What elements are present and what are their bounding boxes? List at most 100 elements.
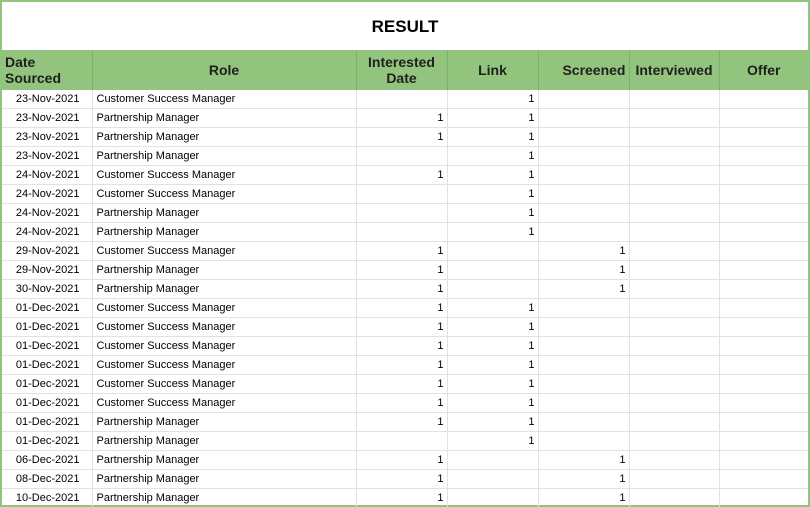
- interested-date-cell[interactable]: 1: [356, 279, 448, 299]
- link-cell[interactable]: 1: [447, 127, 539, 147]
- link-cell[interactable]: 1: [447, 108, 539, 128]
- header-date-sourced[interactable]: Date Sourced: [2, 50, 93, 90]
- link-cell[interactable]: 1: [447, 146, 539, 166]
- screened-cell[interactable]: 1: [538, 279, 630, 299]
- link-cell[interactable]: 1: [447, 184, 539, 204]
- interested-date-cell[interactable]: 1: [356, 412, 448, 432]
- link-cell[interactable]: 1: [447, 355, 539, 375]
- link-cell[interactable]: 1: [447, 412, 539, 432]
- interested-date-cell[interactable]: 1: [356, 450, 448, 470]
- screened-cell[interactable]: [538, 298, 630, 318]
- offer-cell[interactable]: [719, 184, 808, 204]
- role-cell[interactable]: Customer Success Manager: [92, 165, 357, 185]
- role-cell[interactable]: Customer Success Manager: [92, 336, 357, 356]
- offer-cell[interactable]: [719, 431, 808, 451]
- screened-cell[interactable]: [538, 184, 630, 204]
- link-cell[interactable]: 1: [447, 431, 539, 451]
- interested-date-cell[interactable]: 1: [356, 317, 448, 337]
- interviewed-cell[interactable]: [629, 90, 720, 109]
- date-cell[interactable]: 24-Nov-2021: [2, 203, 93, 223]
- interviewed-cell[interactable]: [629, 108, 720, 128]
- role-cell[interactable]: Customer Success Manager: [92, 90, 357, 109]
- link-cell[interactable]: [447, 450, 539, 470]
- interviewed-cell[interactable]: [629, 412, 720, 432]
- date-cell[interactable]: 01-Dec-2021: [2, 355, 93, 375]
- interested-date-cell[interactable]: 1: [356, 260, 448, 280]
- screened-cell[interactable]: [538, 127, 630, 147]
- date-cell[interactable]: 23-Nov-2021: [2, 146, 93, 166]
- screened-cell[interactable]: [538, 222, 630, 242]
- screened-cell[interactable]: [538, 317, 630, 337]
- role-cell[interactable]: Customer Success Manager: [92, 241, 357, 261]
- link-cell[interactable]: 1: [447, 317, 539, 337]
- screened-cell[interactable]: [538, 355, 630, 375]
- screened-cell[interactable]: [538, 412, 630, 432]
- interested-date-cell[interactable]: 1: [356, 374, 448, 394]
- date-cell[interactable]: 01-Dec-2021: [2, 336, 93, 356]
- interviewed-cell[interactable]: [629, 336, 720, 356]
- offer-cell[interactable]: [719, 222, 808, 242]
- interviewed-cell[interactable]: [629, 431, 720, 451]
- date-cell[interactable]: 23-Nov-2021: [2, 127, 93, 147]
- interested-date-cell[interactable]: 1: [356, 165, 448, 185]
- header-link[interactable]: Link: [447, 50, 539, 90]
- screened-cell[interactable]: 1: [538, 450, 630, 470]
- screened-cell[interactable]: [538, 146, 630, 166]
- offer-cell[interactable]: [719, 165, 808, 185]
- header-offer[interactable]: Offer: [719, 50, 808, 90]
- screened-cell[interactable]: [538, 108, 630, 128]
- interviewed-cell[interactable]: [629, 469, 720, 489]
- interested-date-cell[interactable]: 1: [356, 488, 448, 507]
- offer-cell[interactable]: [719, 203, 808, 223]
- header-screened[interactable]: Screened: [538, 50, 630, 90]
- role-cell[interactable]: Partnership Manager: [92, 469, 357, 489]
- date-cell[interactable]: 01-Dec-2021: [2, 431, 93, 451]
- header-interested-date[interactable]: Interested Date: [356, 50, 448, 90]
- link-cell[interactable]: [447, 469, 539, 489]
- screened-cell[interactable]: [538, 431, 630, 451]
- offer-cell[interactable]: [719, 317, 808, 337]
- role-cell[interactable]: Customer Success Manager: [92, 393, 357, 413]
- interested-date-cell[interactable]: 1: [356, 241, 448, 261]
- interested-date-cell[interactable]: [356, 90, 448, 109]
- screened-cell[interactable]: 1: [538, 241, 630, 261]
- screened-cell[interactable]: [538, 374, 630, 394]
- role-cell[interactable]: Partnership Manager: [92, 279, 357, 299]
- date-cell[interactable]: 29-Nov-2021: [2, 241, 93, 261]
- date-cell[interactable]: 10-Dec-2021: [2, 488, 93, 507]
- interviewed-cell[interactable]: [629, 393, 720, 413]
- offer-cell[interactable]: [719, 412, 808, 432]
- link-cell[interactable]: [447, 260, 539, 280]
- offer-cell[interactable]: [719, 146, 808, 166]
- header-role[interactable]: Role: [92, 50, 357, 90]
- offer-cell[interactable]: [719, 298, 808, 318]
- interested-date-cell[interactable]: 1: [356, 127, 448, 147]
- interviewed-cell[interactable]: [629, 165, 720, 185]
- interviewed-cell[interactable]: [629, 374, 720, 394]
- link-cell[interactable]: 1: [447, 336, 539, 356]
- offer-cell[interactable]: [719, 393, 808, 413]
- role-cell[interactable]: Partnership Manager: [92, 488, 357, 507]
- date-cell[interactable]: 30-Nov-2021: [2, 279, 93, 299]
- role-cell[interactable]: Partnership Manager: [92, 260, 357, 280]
- offer-cell[interactable]: [719, 90, 808, 109]
- role-cell[interactable]: Partnership Manager: [92, 412, 357, 432]
- interested-date-cell[interactable]: 1: [356, 108, 448, 128]
- offer-cell[interactable]: [719, 260, 808, 280]
- link-cell[interactable]: 1: [447, 298, 539, 318]
- sheet-title-cell[interactable]: RESULT: [2, 2, 808, 49]
- interviewed-cell[interactable]: [629, 222, 720, 242]
- screened-cell[interactable]: 1: [538, 260, 630, 280]
- role-cell[interactable]: Customer Success Manager: [92, 374, 357, 394]
- interviewed-cell[interactable]: [629, 146, 720, 166]
- interviewed-cell[interactable]: [629, 317, 720, 337]
- interviewed-cell[interactable]: [629, 279, 720, 299]
- link-cell[interactable]: 1: [447, 222, 539, 242]
- date-cell[interactable]: 24-Nov-2021: [2, 184, 93, 204]
- header-interviewed[interactable]: Interviewed: [629, 50, 720, 90]
- offer-cell[interactable]: [719, 336, 808, 356]
- link-cell[interactable]: 1: [447, 90, 539, 109]
- date-cell[interactable]: 24-Nov-2021: [2, 222, 93, 242]
- date-cell[interactable]: 08-Dec-2021: [2, 469, 93, 489]
- interviewed-cell[interactable]: [629, 488, 720, 507]
